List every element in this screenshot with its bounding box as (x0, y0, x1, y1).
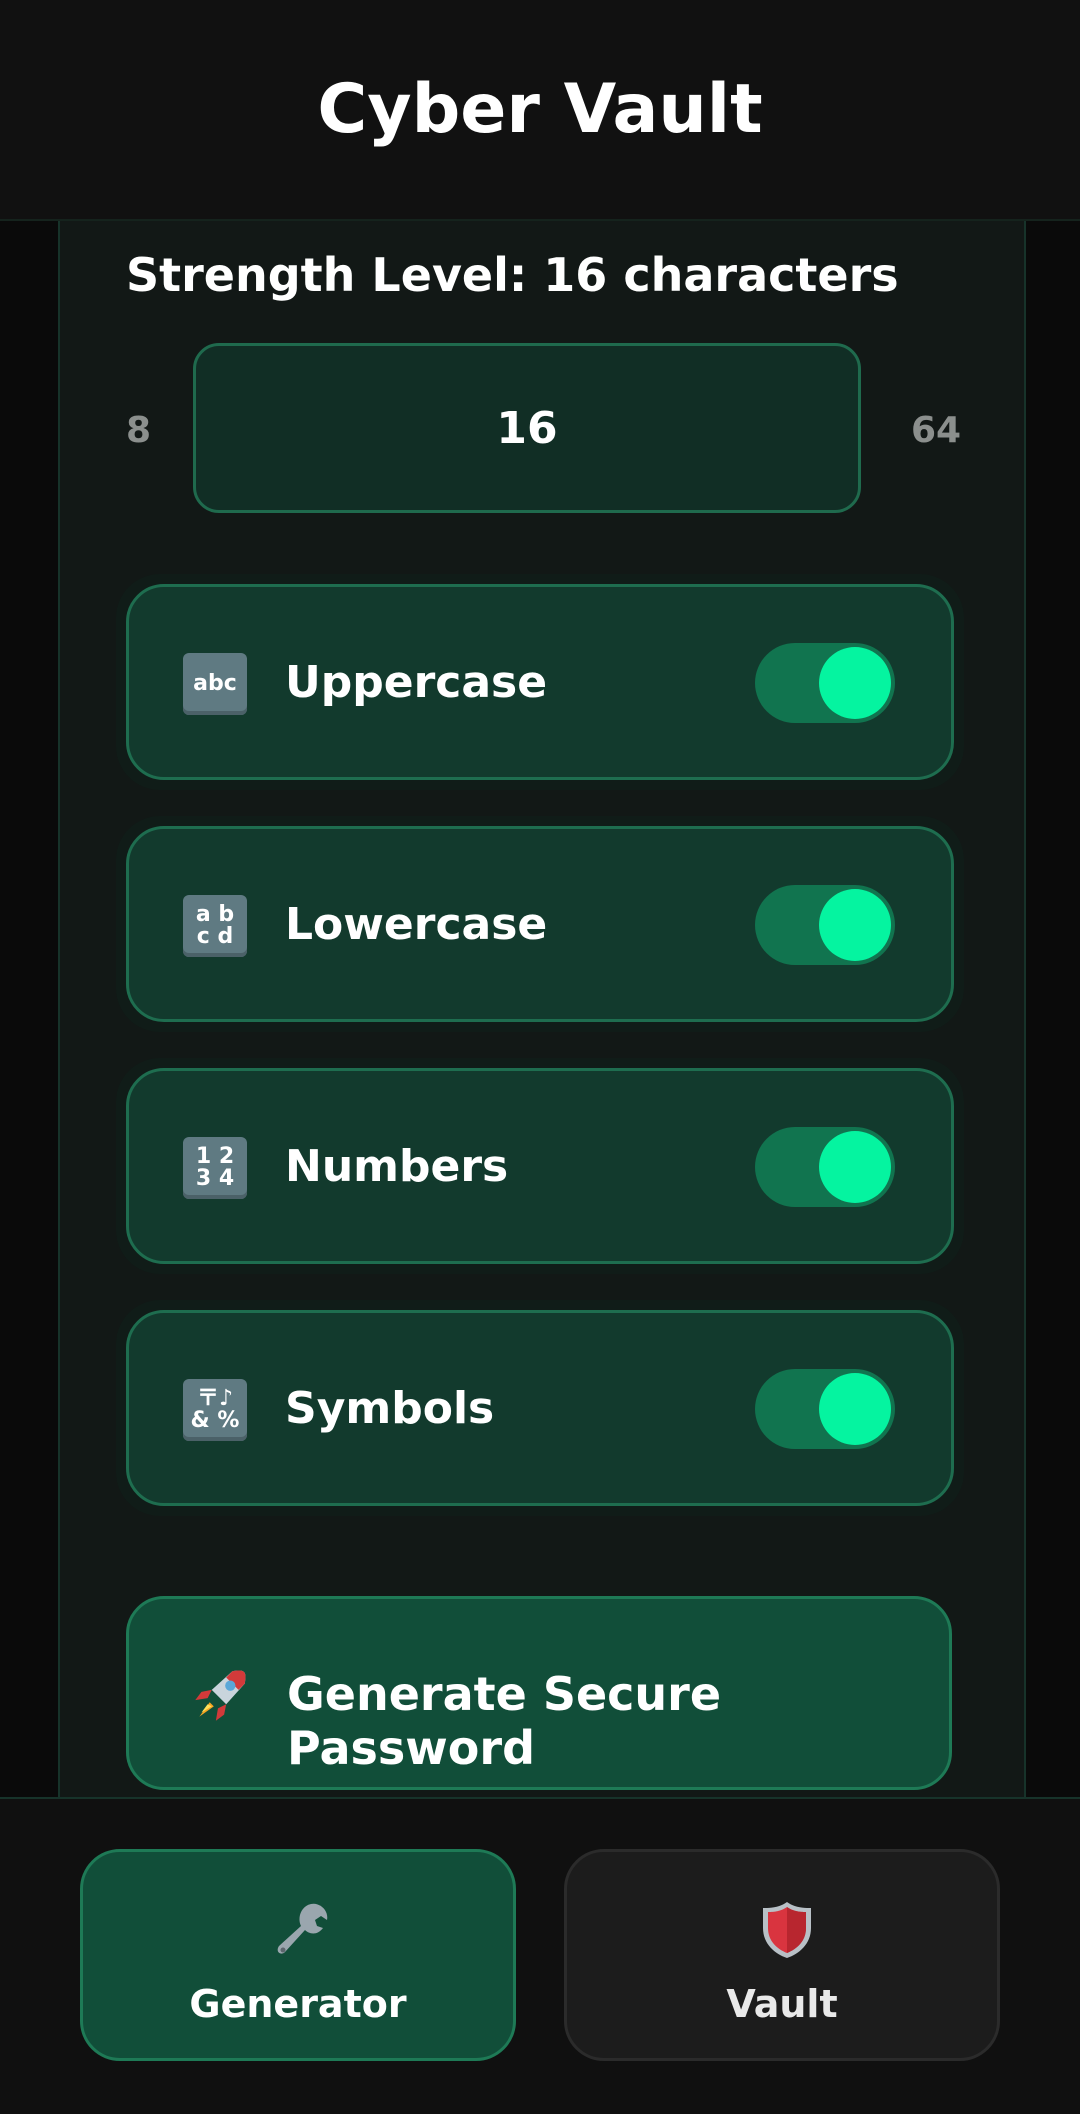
shield-icon (763, 1902, 811, 1958)
option-numbers-container: 1 2 3 4 Numbers (116, 1058, 964, 1274)
toggle-knob (819, 1131, 891, 1203)
strength-level-label: Strength Level: 16 characters (126, 248, 899, 302)
symbols-input-icon: 〒♪ & % (183, 1379, 247, 1441)
tab-generator[interactable]: Generator (80, 1849, 516, 2061)
option-lowercase[interactable]: a b c d Lowercase (126, 826, 954, 1022)
option-uppercase-label: Uppercase (285, 657, 548, 708)
option-symbols-container: 〒♪ & % Symbols (116, 1300, 964, 1516)
option-lowercase-label: Lowercase (285, 899, 548, 950)
uppercase-toggle[interactable] (755, 643, 895, 723)
toggle-knob (819, 647, 891, 719)
length-slider[interactable]: 16 (193, 343, 861, 513)
bottom-navigation: Generator Vault (0, 1797, 1080, 2114)
generate-password-button[interactable]: Generate Secure Password (126, 1596, 952, 1790)
toggle-knob (819, 889, 891, 961)
option-uppercase-container: abc Uppercase (116, 574, 964, 790)
option-lowercase-container: a b c d Lowercase (116, 816, 964, 1032)
toggle-knob (819, 1373, 891, 1445)
wrench-icon (277, 1903, 328, 1954)
option-symbols-label: Symbols (285, 1383, 495, 1434)
symbols-toggle[interactable] (755, 1369, 895, 1449)
numbers-toggle[interactable] (755, 1127, 895, 1207)
tab-generator-label: Generator (189, 1982, 407, 2026)
option-numbers[interactable]: 1 2 3 4 Numbers (126, 1068, 954, 1264)
abc-input-icon: abc (183, 653, 247, 715)
tab-vault-label: Vault (726, 1982, 838, 2026)
length-max-label: 64 (911, 410, 962, 451)
tab-vault[interactable]: Vault (564, 1849, 1000, 2061)
generate-password-label: Generate Secure Password (287, 1667, 722, 1775)
app-header: Cyber Vault (0, 0, 1080, 221)
lowercase-toggle[interactable] (755, 885, 895, 965)
numbers-input-icon: 1 2 3 4 (183, 1137, 247, 1199)
length-min-label: 8 (126, 410, 152, 451)
option-symbols[interactable]: 〒♪ & % Symbols (126, 1310, 954, 1506)
rocket-icon (195, 1670, 246, 1721)
option-uppercase[interactable]: abc Uppercase (126, 584, 954, 780)
app-title: Cyber Vault (317, 70, 763, 149)
option-numbers-label: Numbers (285, 1141, 509, 1192)
length-value: 16 (496, 402, 558, 454)
abcd-input-icon: a b c d (183, 895, 247, 957)
